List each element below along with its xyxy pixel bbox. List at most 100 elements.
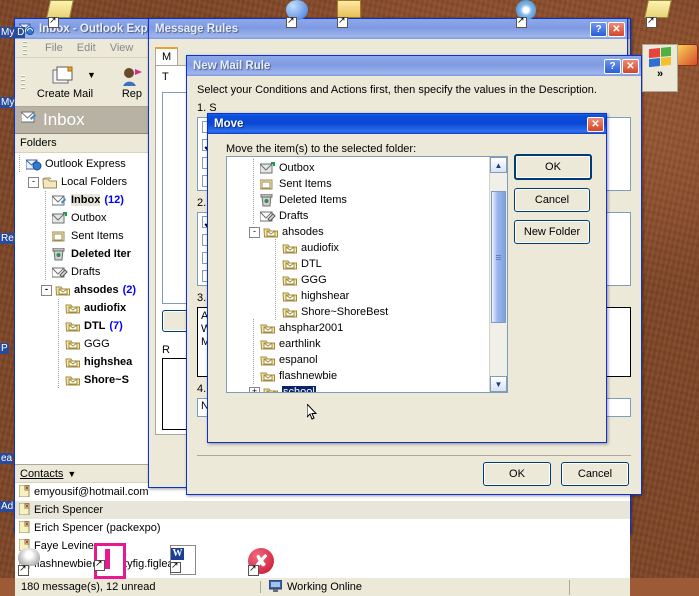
desktop-icon-my-computer[interactable]: My	[0, 96, 16, 108]
tree-row-label: Sent Items	[279, 178, 332, 190]
desktop-icon-blue-top[interactable]	[286, 0, 316, 28]
status-connection: Working Online	[261, 579, 570, 595]
tree-row-label: Drafts	[71, 266, 101, 278]
collapse-icon[interactable]: -	[41, 284, 52, 296]
desktop-icon-xmarker[interactable]: ✘	[248, 548, 278, 576]
desktop-icon-folder-top[interactable]	[337, 0, 367, 28]
new-mail-rule-titlebar[interactable]: New Mail Rule ? ✕	[187, 56, 641, 76]
contact-card-icon	[18, 484, 32, 500]
sent-items-icon	[259, 178, 276, 191]
create-mail-label: Create Mail	[36, 88, 94, 100]
cancel-button[interactable]: Cancel	[561, 462, 629, 486]
contact-item[interactable]: Erich Spencer (packexpo)	[15, 519, 630, 537]
move-folder-tree[interactable]: Outbox Sent Items Deleted Items Drafts - ahso…	[227, 157, 490, 392]
unread-count: (2)	[122, 284, 137, 296]
tree-row[interactable]: Shore~ShoreBest	[227, 303, 490, 321]
create-mail-button[interactable]: Create Mail	[29, 60, 101, 104]
folder-icon	[263, 226, 279, 239]
desktop-icon-word-document[interactable]: W	[170, 545, 200, 575]
tree-row-label: espanol	[279, 354, 318, 366]
contact-label: emyousif@hotmail.com	[34, 486, 149, 498]
tree-row-label: Shore~S	[84, 374, 129, 386]
tree-row-label: GGG	[301, 274, 327, 286]
menu-view[interactable]: View	[110, 42, 134, 54]
collapse-icon[interactable]: -	[28, 176, 39, 188]
tree-connector	[54, 299, 65, 317]
tree-row[interactable]: audiofix	[227, 239, 490, 257]
status-bar: 180 message(s), 12 unread Working Online	[15, 577, 630, 596]
scrollbar-thumb[interactable]	[491, 191, 506, 323]
desktop-icon-printer[interactable]: P	[0, 342, 9, 354]
help-icon[interactable]: ?	[604, 58, 621, 74]
desktop-icon-recycle-bin[interactable]: Re	[0, 232, 15, 244]
tree-row[interactable]: espanol	[227, 351, 490, 369]
folder-icon	[65, 338, 81, 351]
desktop-icon-cd-top[interactable]	[516, 0, 546, 28]
tree-vertical-scrollbar[interactable]: ▲ ▼	[489, 157, 507, 392]
contact-item[interactable]: Erich Spencer	[15, 501, 630, 519]
tray-overflow-chevron-icon[interactable]: »	[643, 68, 677, 80]
unread-count: (12)	[104, 194, 124, 206]
help-icon[interactable]: ?	[590, 21, 607, 37]
tree-row[interactable]: earthlink	[227, 335, 490, 353]
tree-row[interactable]: - ahsodes	[227, 224, 490, 240]
tree-connector	[249, 367, 260, 385]
menu-grip-icon[interactable]	[23, 41, 27, 55]
folder-icon	[282, 274, 298, 287]
desktop-icon-label: P	[0, 343, 9, 354]
ok-button[interactable]: OK	[514, 154, 592, 180]
desktop-icon-note-topright[interactable]	[644, 0, 676, 28]
tree-row-label: Outbox	[71, 212, 107, 224]
desktop-icon-red-right[interactable]	[676, 44, 699, 72]
tree-row[interactable]: highshear	[227, 287, 490, 305]
scroll-down-icon[interactable]: ▼	[490, 376, 507, 392]
tree-row-label: Shore~ShoreBest	[301, 306, 389, 318]
close-icon[interactable]: ✕	[622, 58, 639, 74]
tree-row[interactable]: DTL	[227, 255, 490, 273]
tree-connector	[41, 227, 52, 245]
collapse-icon[interactable]: -	[249, 226, 260, 238]
folder-icon	[282, 242, 298, 255]
tree-row[interactable]: ahsphar2001	[227, 319, 490, 337]
desktop-icon-paint-shop[interactable]	[94, 543, 126, 579]
app-icon	[676, 44, 699, 72]
tree-row[interactable]: Drafts	[227, 207, 490, 225]
cancel-button[interactable]: Cancel	[514, 188, 590, 212]
tree-row-label: GGG	[84, 338, 110, 350]
desktop-icon-earthlink[interactable]: ea	[0, 452, 14, 464]
folder-icon	[282, 258, 298, 271]
desktop-icon-my-documents[interactable]: My D	[0, 26, 26, 38]
desktop-icon-cd-drive[interactable]	[18, 548, 48, 576]
menu-file[interactable]: File	[45, 42, 63, 54]
tree-row-label: flashnewbie	[279, 370, 338, 382]
tree-row[interactable]: Sent Items	[227, 175, 490, 193]
outlook-express-icon	[25, 158, 42, 171]
new-folder-button[interactable]: New Folder	[514, 220, 590, 244]
tree-row[interactable]: + school	[227, 384, 490, 392]
rule-description-label: R	[162, 344, 170, 356]
tree-row[interactable]: flashnewbie	[227, 367, 490, 385]
scroll-up-icon[interactable]: ▲	[490, 157, 507, 173]
tree-row[interactable]: Deleted Items	[227, 191, 490, 209]
folder-icon	[65, 320, 81, 333]
close-icon[interactable]: ✕	[587, 116, 604, 132]
chevron-down-icon[interactable]: ▼	[67, 469, 76, 479]
close-icon[interactable]: ✕	[608, 21, 625, 37]
move-dialog[interactable]: Move ✕ Move the item(s) to the selected …	[207, 113, 607, 443]
menu-edit[interactable]: Edit	[77, 42, 96, 54]
desktop-icon-label: My D	[0, 27, 26, 38]
toolbar-grip-icon[interactable]	[21, 75, 25, 89]
message-rules-titlebar[interactable]: Message Rules ? ✕	[149, 19, 627, 39]
move-dialog-titlebar[interactable]: Move ✕	[208, 114, 606, 134]
desktop-icon-notepad-top[interactable]	[46, 0, 78, 28]
move-folder-tree-box[interactable]: Outbox Sent Items Deleted Items Drafts - ahso…	[226, 156, 508, 393]
desktop-icon-label: My	[0, 97, 16, 108]
ok-button[interactable]: OK	[483, 462, 551, 486]
unread-count: (7)	[109, 320, 123, 332]
expand-icon[interactable]: +	[249, 386, 260, 392]
desktop-icon-adobe[interactable]: Ad	[0, 500, 15, 512]
create-mail-dropdown-icon[interactable]: ▼	[87, 70, 96, 80]
tree-row[interactable]: Outbox	[227, 159, 490, 177]
tree-row[interactable]: GGG	[227, 271, 490, 289]
tab-mail-rules[interactable]: M	[155, 47, 179, 65]
